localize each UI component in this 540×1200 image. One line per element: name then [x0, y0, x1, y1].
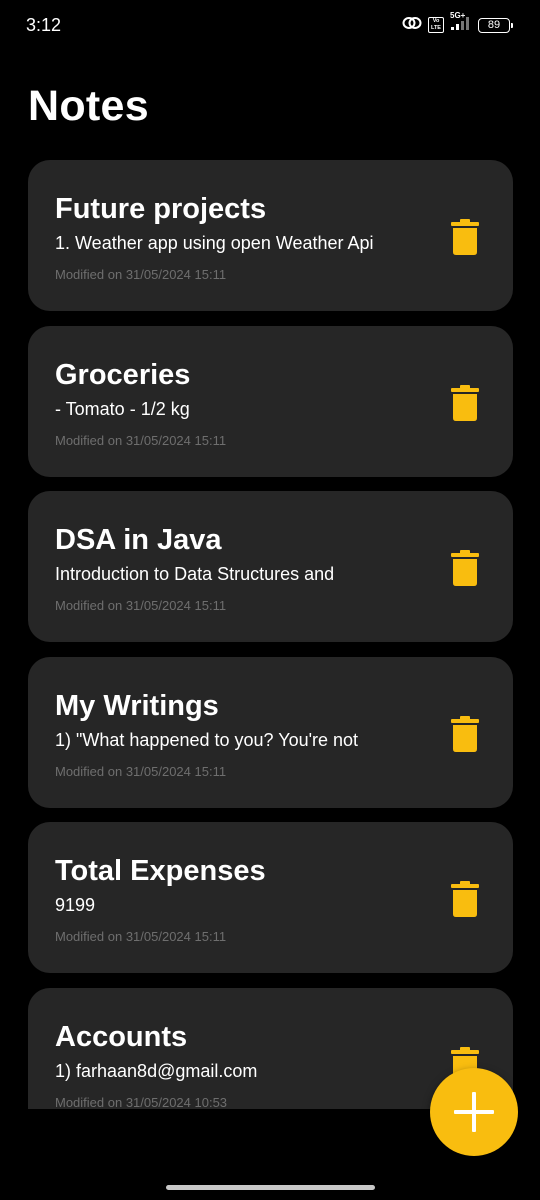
note-title: Future projects	[55, 193, 267, 225]
trash-icon	[451, 385, 479, 421]
note-preview: 1) "What happened to you? You're not	[55, 730, 359, 750]
note-modified-date: Modified on 31/05/2024 15:11	[55, 267, 227, 282]
note-title: DSA in Java	[55, 524, 222, 556]
note-modified-date: Modified on 31/05/2024 10:53	[55, 1095, 228, 1109]
note-title: Groceries	[55, 359, 191, 391]
note-card[interactable]: Total Expenses 9199 Modified on 31/05/20…	[28, 822, 513, 973]
page-title: Notes	[28, 82, 149, 130]
note-preview: Introduction to Data Structures and	[55, 564, 335, 584]
note-modified-date: Modified on 31/05/2024 15:11	[55, 433, 227, 448]
note-card[interactable]: DSA in Java Introduction to Data Structu…	[28, 491, 513, 642]
note-card[interactable]: Future projects 1. Weather app using ope…	[28, 160, 513, 311]
status-time: 3:12	[26, 15, 62, 35]
network-type: 5G+	[450, 10, 466, 20]
delete-note-button[interactable]	[450, 385, 480, 421]
note-preview: 1. Weather app using open Weather Api	[55, 233, 374, 253]
note-card[interactable]: Groceries - Tomato - 1/2 kg Modified on …	[28, 326, 513, 477]
status-bar: 3:12 Vo LTE 5G+ 89	[0, 0, 540, 52]
battery-icon: 89	[478, 17, 513, 33]
note-preview: - Tomato - 1/2 kg	[55, 399, 190, 419]
note-card[interactable]: My Writings 1) "What happened to you? Yo…	[28, 657, 513, 808]
volte-icon: Vo LTE	[428, 17, 444, 33]
gesture-navigation-bar[interactable]	[166, 1185, 375, 1190]
note-preview: 9199	[55, 895, 96, 915]
trash-icon	[451, 219, 479, 255]
trash-icon	[451, 881, 479, 917]
delete-note-button[interactable]	[450, 716, 480, 752]
note-modified-date: Modified on 31/05/2024 15:11	[55, 929, 227, 944]
notes-list[interactable]: Future projects 1. Weather app using ope…	[28, 160, 513, 1109]
note-preview: 1) farhaan8d@gmail.com	[55, 1061, 258, 1081]
delete-note-button[interactable]	[450, 550, 480, 586]
delete-note-button[interactable]	[450, 881, 480, 917]
trash-icon	[451, 716, 479, 752]
trash-icon	[451, 550, 479, 586]
note-title: Total Expenses	[55, 855, 266, 887]
note-title: My Writings	[55, 690, 219, 722]
status-icons: Vo LTE 5G+ 89	[402, 11, 513, 36]
link-icon	[402, 15, 422, 36]
note-title: Accounts	[55, 1021, 188, 1053]
add-note-button[interactable]	[430, 1068, 518, 1156]
delete-note-button[interactable]	[450, 219, 480, 255]
plus-icon	[454, 1092, 494, 1132]
note-modified-date: Modified on 31/05/2024 15:11	[55, 598, 227, 613]
note-modified-date: Modified on 31/05/2024 15:11	[55, 764, 227, 779]
signal-icon: 5G+	[450, 11, 472, 36]
